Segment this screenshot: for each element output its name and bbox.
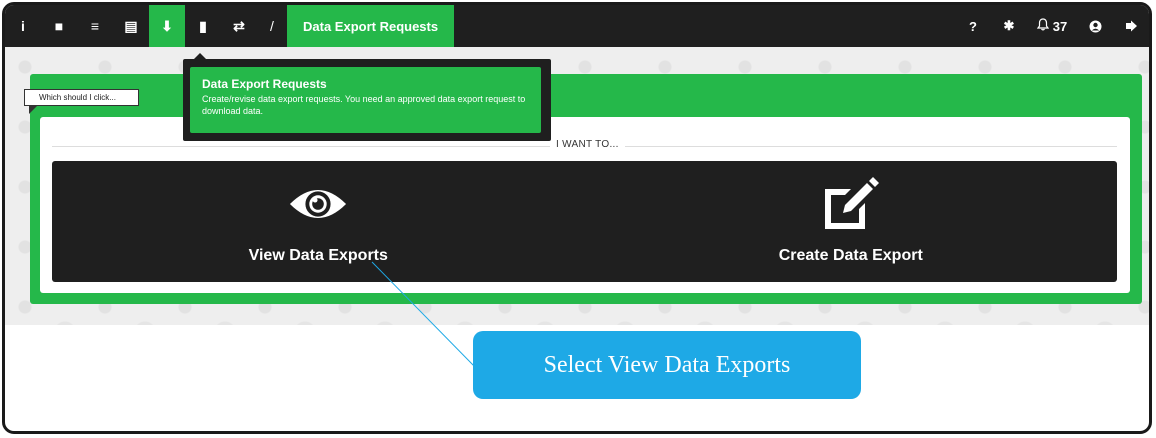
view-data-exports-button[interactable]: View Data Exports bbox=[52, 161, 585, 282]
database-icon[interactable]: ≡ bbox=[77, 5, 113, 47]
breadcrumb-current[interactable]: Data Export Requests bbox=[287, 5, 455, 47]
breadcrumb-separator: / bbox=[270, 18, 274, 34]
logout-icon[interactable] bbox=[1113, 5, 1149, 47]
download-icon[interactable]: ⬇ bbox=[149, 5, 185, 47]
book-icon[interactable]: ▮ bbox=[185, 5, 221, 47]
exchange-icon[interactable]: ⇄ bbox=[221, 5, 257, 47]
file-icon[interactable]: ▤ bbox=[113, 5, 149, 47]
section-label: I WANT TO... bbox=[550, 139, 625, 150]
nav-right-group: ? ✱ 37 bbox=[955, 5, 1149, 47]
top-navbar: i ■ ≡ ▤ ⬇ ▮ ⇄ / Data Export Requests ? ✱… bbox=[5, 5, 1149, 47]
notifications-button[interactable]: 37 bbox=[1027, 5, 1077, 47]
view-data-exports-label: View Data Exports bbox=[248, 246, 388, 264]
help-icon[interactable]: ? bbox=[955, 5, 991, 47]
instruction-callout: Select View Data Exports bbox=[473, 331, 861, 399]
edit-icon bbox=[821, 176, 881, 229]
create-data-export-button[interactable]: Create Data Export bbox=[585, 161, 1118, 282]
tooltip-title: Data Export Requests bbox=[202, 77, 327, 91]
guide-tag-tail bbox=[29, 106, 37, 114]
bug-icon[interactable]: ✱ bbox=[991, 5, 1027, 47]
dashboard-icon[interactable]: ■ bbox=[41, 5, 77, 47]
notifications-count: 37 bbox=[1052, 18, 1068, 34]
bell-icon bbox=[1036, 18, 1049, 34]
tooltip-description: Create/revise data export requests. You … bbox=[202, 94, 526, 116]
guide-tag: Which should I click... bbox=[24, 89, 139, 106]
create-data-export-label: Create Data Export bbox=[778, 246, 923, 264]
eye-icon bbox=[288, 179, 348, 229]
info-icon[interactable]: i bbox=[5, 5, 41, 47]
options-container: View Data Exports Create Data Export bbox=[52, 161, 1117, 282]
user-icon[interactable] bbox=[1077, 5, 1113, 47]
nav-tooltip: Data Export Requests Create/revise data … bbox=[190, 67, 541, 133]
